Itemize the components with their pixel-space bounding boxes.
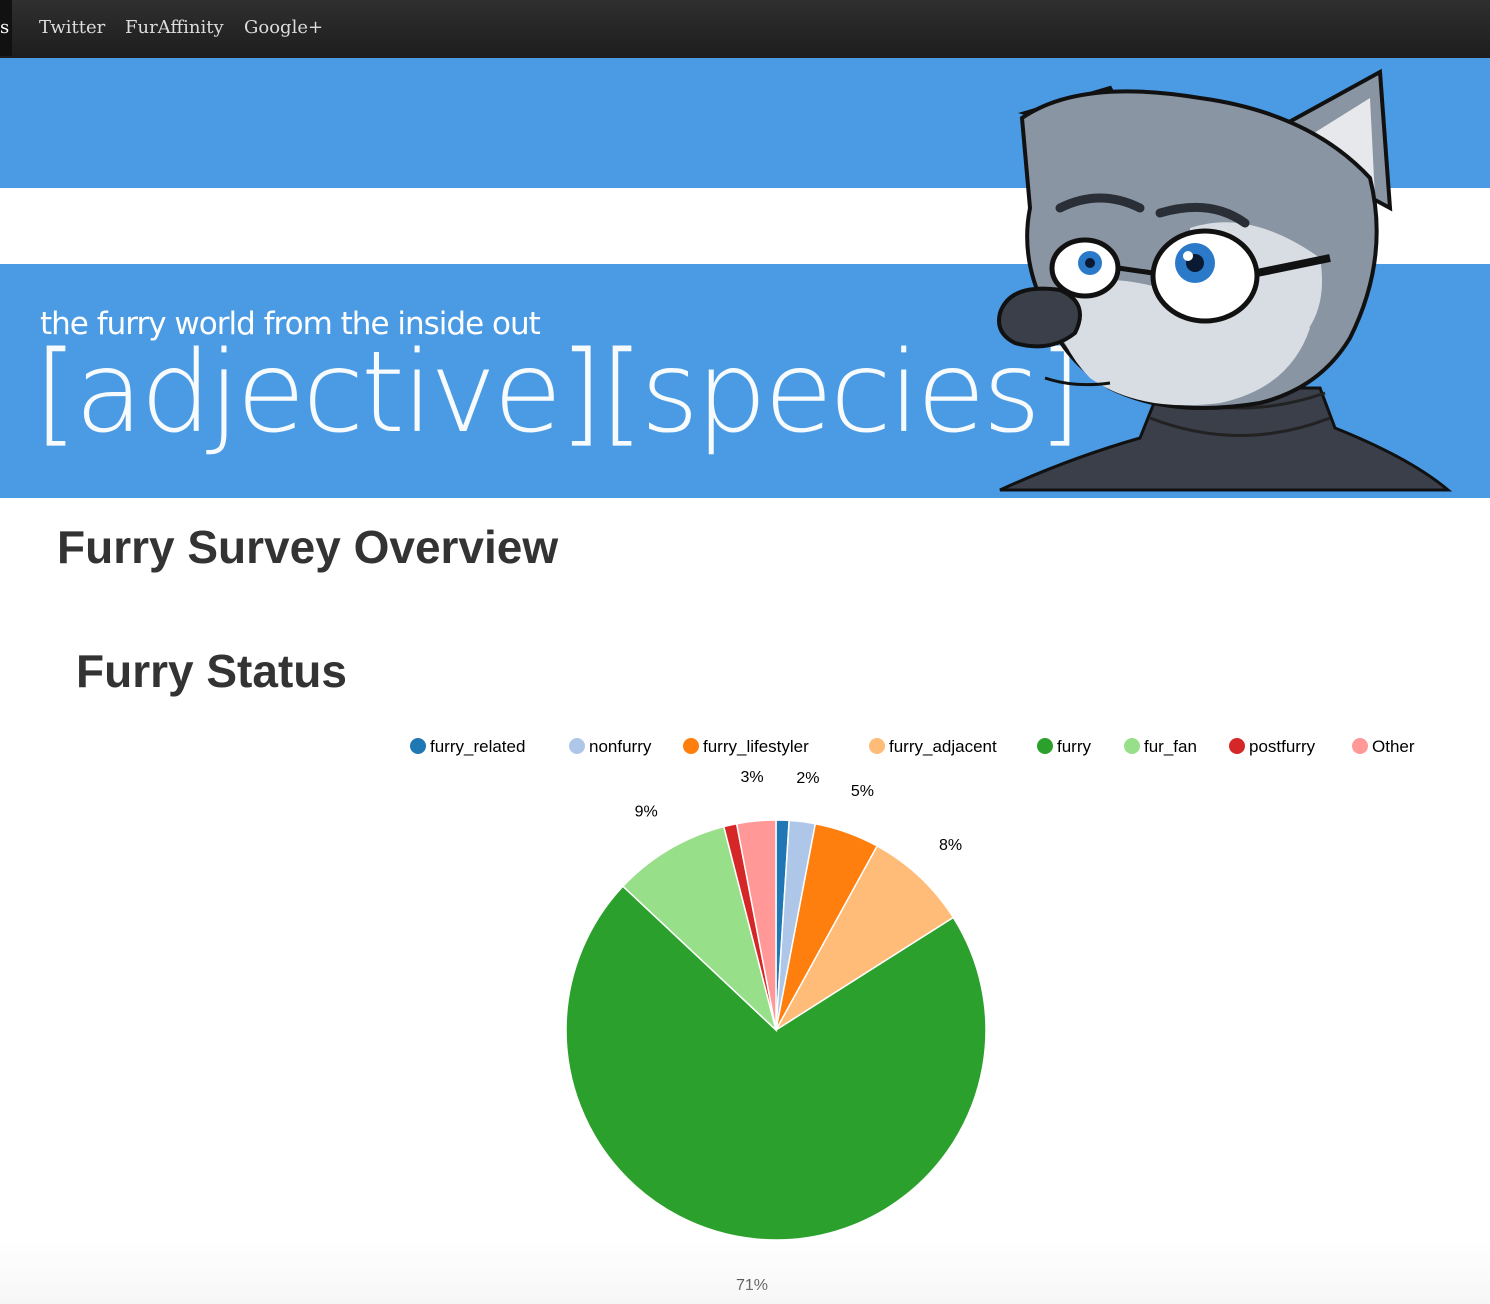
pie-slices bbox=[565, 819, 987, 1241]
banner-logo-title: [adjective][species] bbox=[34, 328, 1082, 458]
nav-item-furaffinity[interactable]: FurAffinity bbox=[125, 0, 224, 56]
legend-item-other[interactable]: Other bbox=[1352, 737, 1415, 756]
legend-label: furry_related bbox=[430, 737, 525, 756]
legend-label: furry bbox=[1057, 737, 1092, 756]
page-title: Furry Survey Overview bbox=[57, 521, 559, 573]
wolf-mascot-icon bbox=[997, 68, 1453, 492]
legend-item-furry[interactable]: furry bbox=[1037, 737, 1092, 756]
data-label-fur-fan: 9% bbox=[635, 804, 658, 821]
legend-item-furry-adjacent[interactable]: furry_adjacent bbox=[869, 737, 997, 756]
data-label-furry-lifestyler: 5% bbox=[851, 783, 874, 800]
legend-swatch bbox=[683, 738, 699, 754]
data-label-other: 3% bbox=[740, 769, 763, 786]
nav-item-googleplus[interactable]: Google+ bbox=[244, 0, 323, 56]
legend-swatch bbox=[1124, 738, 1140, 754]
legend-item-postfurry[interactable]: postfurry bbox=[1229, 737, 1316, 756]
furry-status-pie-chart: furry_related nonfurry furry_lifestyler fur… bbox=[410, 737, 1415, 1294]
top-navbar: s Twitter FurAffinity Google+ bbox=[0, 0, 1490, 59]
site-banner[interactable]: the furry world from the inside out [adj… bbox=[0, 58, 1490, 498]
legend-label: nonfurry bbox=[589, 737, 652, 756]
legend-item-nonfurry[interactable]: nonfurry bbox=[569, 737, 652, 756]
chart-section-title: Furry Status bbox=[76, 645, 347, 697]
legend-swatch bbox=[569, 738, 585, 754]
legend-label: Other bbox=[1372, 737, 1415, 756]
legend-label: furry_lifestyler bbox=[703, 737, 809, 756]
legend-item-furry-related[interactable]: furry_related bbox=[410, 737, 525, 756]
legend-swatch bbox=[1037, 738, 1053, 754]
legend-label: furry_adjacent bbox=[889, 737, 997, 756]
nav-item-twitter[interactable]: Twitter bbox=[39, 0, 105, 56]
data-label-furry-adjacent: 8% bbox=[939, 837, 962, 854]
legend-swatch bbox=[1352, 738, 1368, 754]
nav-item-current[interactable]: s bbox=[0, 0, 12, 56]
legend-swatch bbox=[1229, 738, 1245, 754]
legend-swatch bbox=[410, 738, 426, 754]
chart-legend: furry_related nonfurry furry_lifestyler fur… bbox=[410, 737, 1415, 756]
legend-label: fur_fan bbox=[1144, 737, 1197, 756]
legend-item-furry-lifestyler[interactable]: furry_lifestyler bbox=[683, 737, 809, 756]
legend-item-fur-fan[interactable]: fur_fan bbox=[1124, 737, 1197, 756]
data-label-furry: 71% bbox=[736, 1277, 768, 1294]
legend-label: postfurry bbox=[1249, 737, 1316, 756]
data-label-nonfurry: 2% bbox=[796, 770, 819, 787]
legend-swatch bbox=[869, 738, 885, 754]
